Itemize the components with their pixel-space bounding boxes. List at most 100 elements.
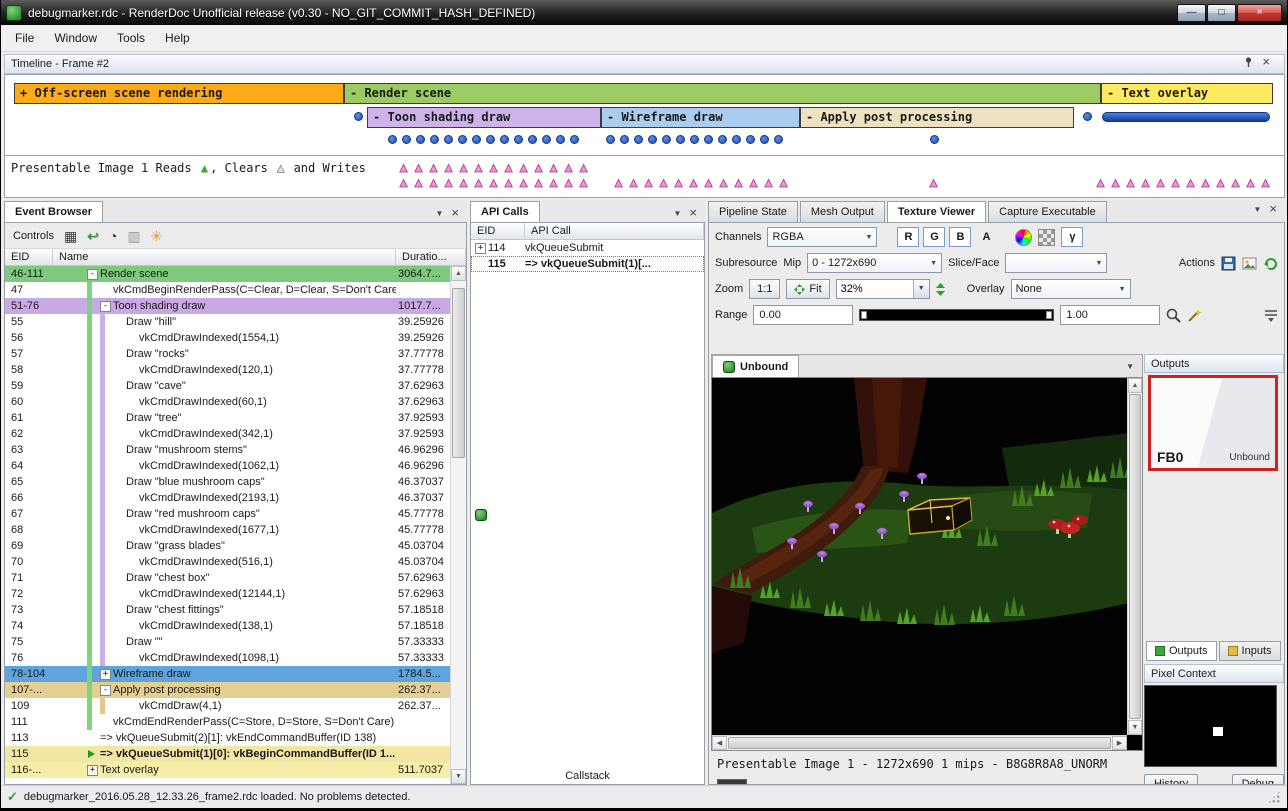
tree-expander[interactable]: + [475, 243, 486, 254]
column-eid[interactable]: EID [471, 223, 525, 239]
channel-toggle-button[interactable]: A [975, 227, 997, 247]
autofit-wand-icon[interactable] [1187, 308, 1202, 323]
event-row[interactable]: 76 vkCmdDrawIndexed(1098,1) 57.33333 [5, 650, 466, 666]
range-max-handle[interactable] [1046, 311, 1052, 319]
write-triangle-icon[interactable]: ▲ [926, 176, 941, 189]
zoom-input[interactable] [837, 280, 913, 298]
event-row[interactable]: 60 vkCmdDrawIndexed(60,1) 37.62963 [5, 394, 466, 410]
draw-event-dot[interactable] [542, 135, 551, 144]
draw-event-dot[interactable] [402, 135, 411, 144]
maximize-button[interactable]: □ [1207, 4, 1236, 22]
draw-event-dot[interactable] [620, 135, 629, 144]
draw-event-dot[interactable] [500, 135, 509, 144]
draw-event-dot[interactable] [930, 135, 939, 144]
hdr-mul-icon[interactable] [1015, 229, 1032, 246]
event-row[interactable]: 71 Draw "chest box" 57.62963 [5, 570, 466, 586]
write-triangle-icon[interactable]: ▲ [746, 176, 761, 189]
api-call-row[interactable]: + 114 vkQueueSubmit [471, 240, 704, 256]
event-browser-scrollbar[interactable]: ▲ ▼ [450, 266, 466, 784]
close-icon[interactable]: × [451, 208, 459, 218]
timeline-block[interactable]: - Text overlay [1101, 83, 1273, 104]
write-triangle-icon[interactable]: ▲ [656, 176, 671, 189]
write-triangle-icon[interactable]: ▲ [1168, 176, 1183, 189]
tab-outputs[interactable]: Outputs [1146, 641, 1217, 661]
write-triangle-icon[interactable]: ▲ [471, 161, 486, 174]
draw-event-dot[interactable] [690, 135, 699, 144]
overlay-dropdown[interactable]: None ▼ [1011, 279, 1131, 299]
event-row[interactable]: 59 Draw "cave" 37.62963 [5, 378, 466, 394]
draw-event-dot[interactable] [606, 135, 615, 144]
open-texture-list-icon[interactable] [1242, 256, 1257, 271]
write-triangle-icon[interactable]: ▲ [561, 176, 576, 189]
write-triangle-icon[interactable]: ▲ [1183, 176, 1198, 189]
pin-icon[interactable] [1243, 56, 1254, 68]
event-row[interactable]: 56 vkCmdDrawIndexed(1554,1) 39.25926 [5, 330, 466, 346]
timeline-activity-pill[interactable] [1102, 112, 1270, 122]
zoom-combo[interactable]: ▼ [836, 279, 930, 299]
tab-event-browser[interactable]: Event Browser [4, 201, 103, 222]
write-triangle-icon[interactable]: ▲ [731, 176, 746, 189]
draw-event-dot[interactable] [486, 135, 495, 144]
draw-event-dot[interactable] [648, 135, 657, 144]
event-row[interactable]: 73 Draw "chest fittings" 57.18518 [5, 602, 466, 618]
write-triangle-icon[interactable]: ▲ [411, 176, 426, 189]
write-triangle-icon[interactable]: ▲ [611, 176, 626, 189]
timeline-usage-group[interactable]: ▲▲▲▲▲▲▲▲▲▲▲▲▲ [396, 161, 591, 174]
column-api-call[interactable]: API Call [525, 223, 704, 239]
event-row[interactable]: 47 vkCmdBeginRenderPass(C=Clear, D=Clear… [5, 282, 466, 298]
event-row[interactable]: 46-111 - Render scene 3064.7... [5, 266, 466, 282]
draw-event-dot[interactable] [416, 135, 425, 144]
draw-event-dot[interactable] [570, 135, 579, 144]
gamma-button[interactable]: γ [1061, 227, 1083, 247]
goto-resource-icon[interactable] [1263, 256, 1278, 271]
close-button[interactable]: × [1237, 4, 1282, 22]
column-eid[interactable]: EID [5, 249, 53, 265]
draw-event-dot[interactable] [732, 135, 741, 144]
event-row[interactable]: 65 Draw "blue mushroom caps" 46.37037 [5, 474, 466, 490]
channels-dropdown[interactable]: RGBA ▼ [767, 227, 877, 247]
range-min-handle[interactable] [861, 311, 867, 319]
write-triangle-icon[interactable]: ▲ [516, 176, 531, 189]
timeline-usage-group[interactable]: ▲ [926, 176, 941, 189]
write-triangle-icon[interactable]: ▲ [546, 161, 561, 174]
event-row[interactable]: 63 Draw "mushroom stems" 46.96296 [5, 442, 466, 458]
event-row[interactable]: 69 Draw "grass blades" 45.03704 [5, 538, 466, 554]
close-icon[interactable]: × [1269, 204, 1277, 214]
range-min-input[interactable]: 0.00 [753, 305, 853, 325]
scroll-thumb[interactable] [452, 288, 465, 458]
write-triangle-icon[interactable]: ▲ [716, 176, 731, 189]
write-triangle-icon[interactable]: ▲ [396, 176, 411, 189]
tab-api-calls[interactable]: API Calls [470, 201, 540, 222]
dock-menu-icon[interactable]: ▼ [435, 209, 443, 218]
close-icon[interactable]: × [689, 208, 697, 218]
zoom-range-icon[interactable] [1166, 308, 1181, 323]
timeline-block[interactable]: - Toon shading draw [367, 107, 601, 128]
write-triangle-icon[interactable]: ▲ [1213, 176, 1228, 189]
draw-event-dot[interactable] [514, 135, 523, 144]
event-row[interactable]: 57 Draw "rocks" 37.77778 [5, 346, 466, 362]
history-button[interactable]: History [1144, 774, 1198, 785]
scroll-thumb[interactable] [728, 737, 1111, 749]
minimize-button[interactable]: — [1177, 4, 1206, 22]
write-triangle-icon[interactable]: ▲ [686, 176, 701, 189]
title-bar[interactable]: debugmarker.rdc - RenderDoc Unofficial r… [1, 0, 1287, 25]
menu-item[interactable]: File [5, 27, 44, 49]
draw-event-dot[interactable] [354, 112, 363, 121]
event-row[interactable]: 75 Draw "" 57.33333 [5, 634, 466, 650]
timeline-toggle-icon[interactable]: ▦ [64, 229, 77, 243]
scroll-down-icon[interactable]: ▼ [451, 769, 466, 784]
mip-dropdown[interactable]: 0 - 1272x690 ▼ [807, 253, 942, 273]
time-draws-icon[interactable]: ◔ [109, 229, 117, 243]
event-row[interactable]: 116-... + Text overlay 511.7037 [5, 762, 466, 778]
event-row[interactable]: 58 vkCmdDrawIndexed(120,1) 37.77778 [5, 362, 466, 378]
event-row[interactable]: 66 vkCmdDrawIndexed(2193,1) 46.37037 [5, 490, 466, 506]
write-triangle-icon[interactable]: ▲ [486, 176, 501, 189]
scroll-left-icon[interactable]: ◀ [712, 736, 727, 750]
timeline-dot-group[interactable] [388, 135, 579, 144]
channel-toggle-button[interactable]: B [949, 227, 971, 247]
draw-event-dot[interactable] [458, 135, 467, 144]
pixel-context-view[interactable] [1144, 685, 1277, 767]
draw-event-dot[interactable] [528, 135, 537, 144]
write-triangle-icon[interactable]: ▲ [1198, 176, 1213, 189]
event-row[interactable]: 74 vkCmdDrawIndexed(138,1) 57.18518 [5, 618, 466, 634]
